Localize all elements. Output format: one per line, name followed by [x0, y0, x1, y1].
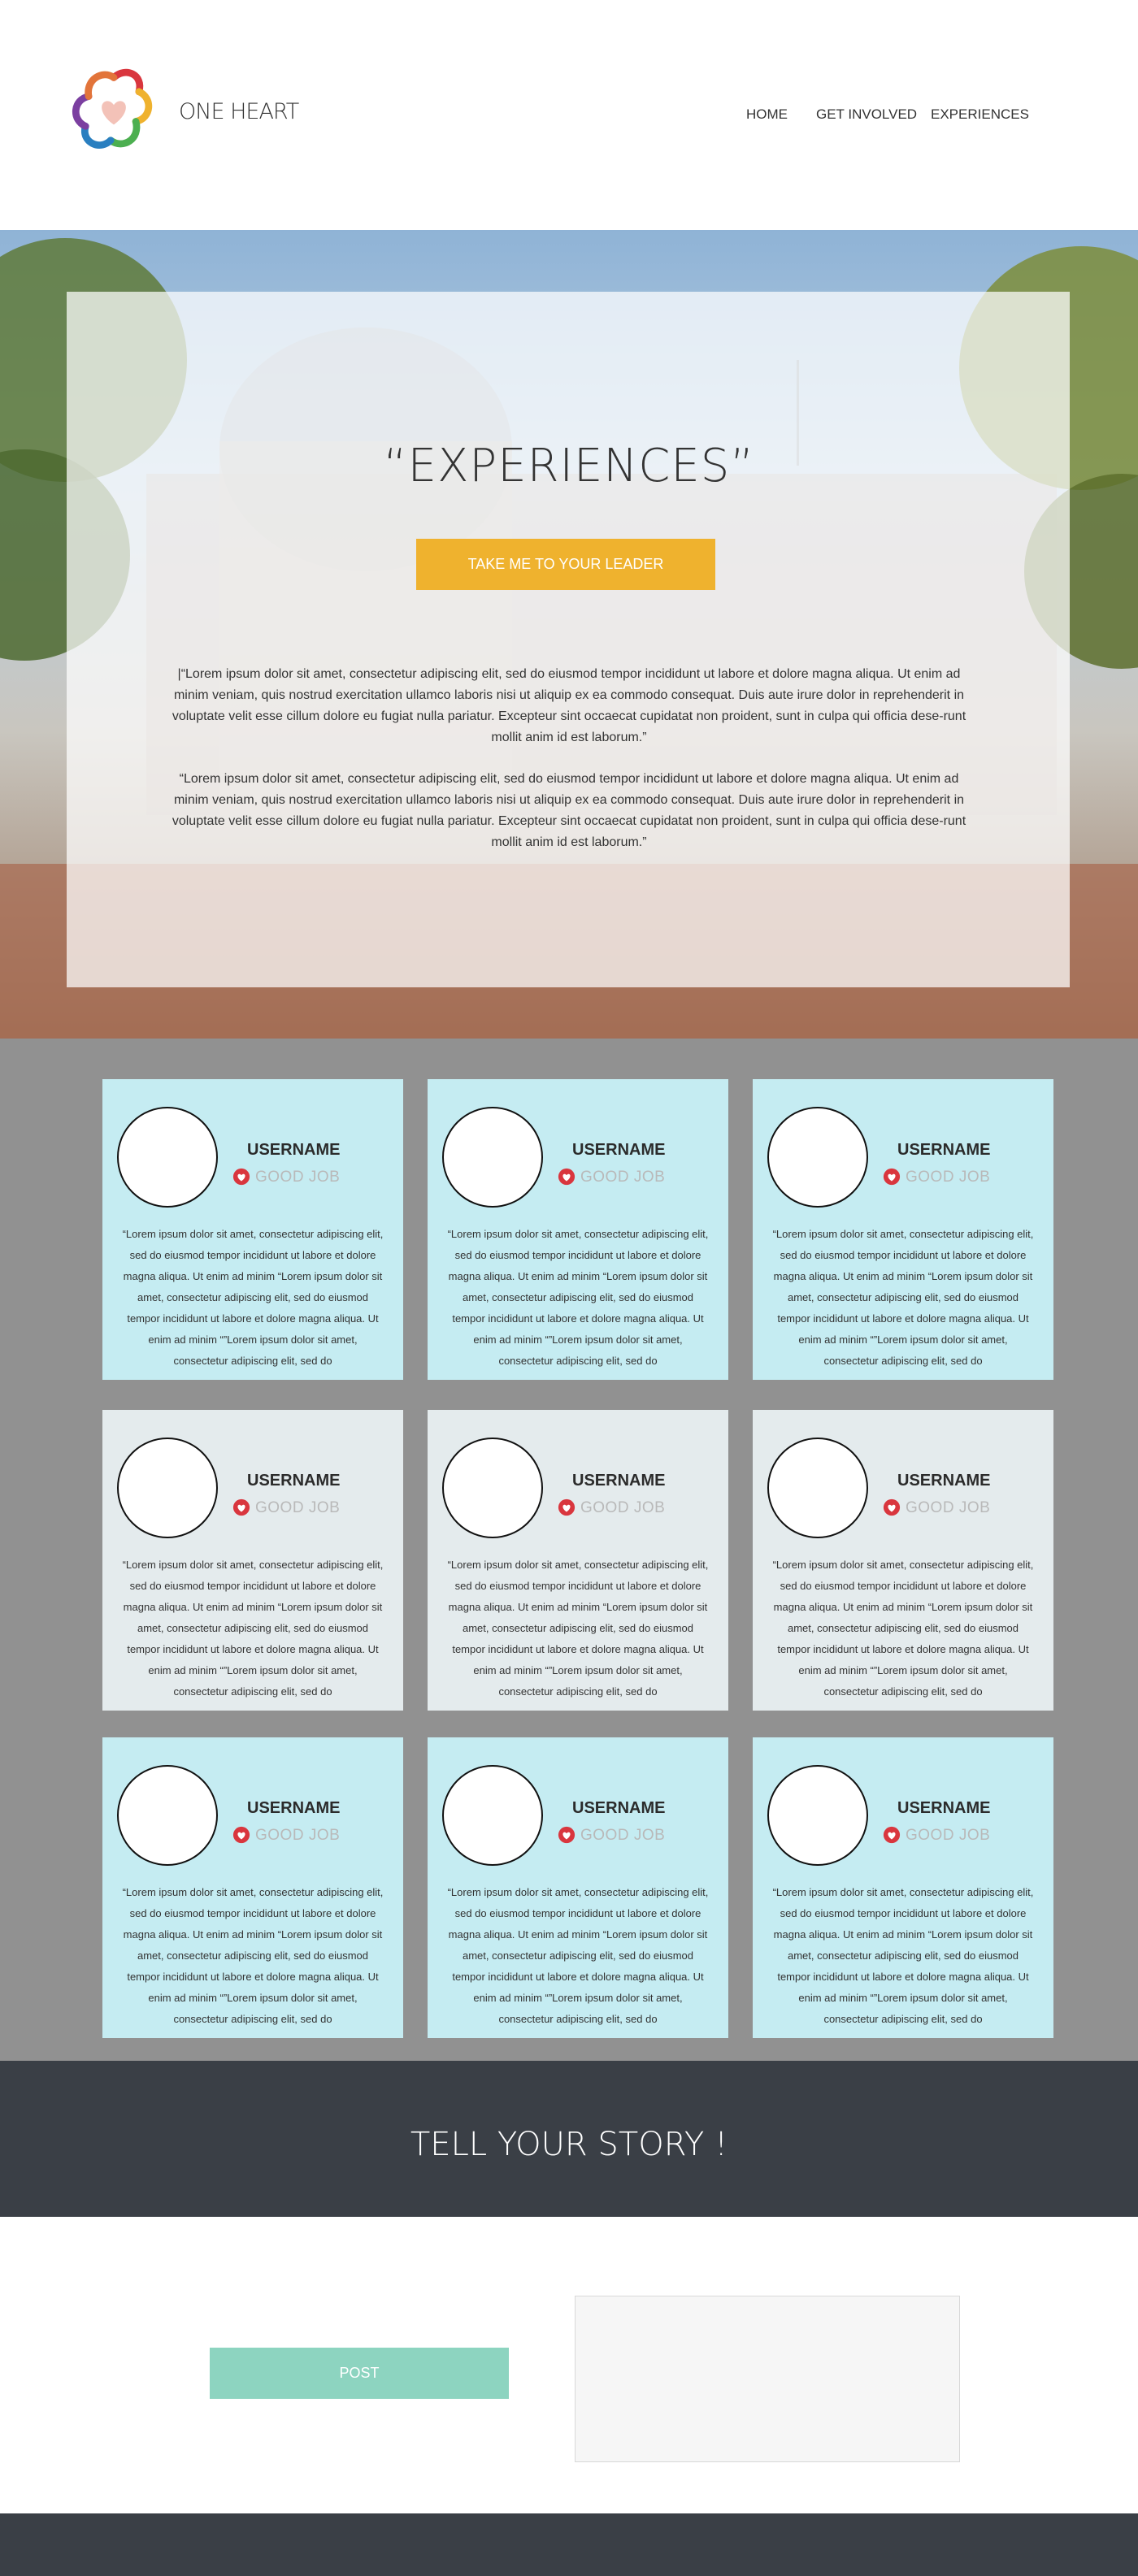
post-button[interactable]: POST [210, 2348, 509, 2399]
hero-paragraph: “Lorem ipsum dolor sit amet, consectetur… [172, 772, 966, 849]
username[interactable]: USERNAME [572, 1472, 665, 1490]
heart-icon[interactable] [883, 1826, 901, 1844]
hero-paragraph: |“Lorem ipsum dolor sit amet, consectetu… [172, 667, 966, 744]
avatar[interactable] [442, 1438, 543, 1538]
avatar[interactable] [442, 1107, 543, 1208]
nav-get-involved[interactable]: GET INVOLVED [816, 106, 917, 123]
good-job-badge: GOOD JOB [580, 1169, 666, 1186]
good-job-badge: GOOD JOB [906, 1827, 991, 1844]
experience-card[interactable]: USERNAME GOOD JOB “Lorem ipsum dolor sit… [428, 1737, 728, 2038]
avatar[interactable] [117, 1438, 218, 1538]
card-text: “Lorem ipsum dolor sit amet, consectetur… [447, 1886, 709, 2025]
hero-overlay-panel [67, 292, 1070, 987]
username[interactable]: USERNAME [572, 1799, 665, 1818]
experience-card[interactable]: USERNAME GOOD JOB “Lorem ipsum dolor sit… [102, 1079, 403, 1380]
card-text: “Lorem ipsum dolor sit amet, consectetur… [772, 1886, 1034, 2025]
card-text: “Lorem ipsum dolor sit amet, consectetur… [447, 1228, 709, 1367]
heart-icon[interactable] [232, 1498, 250, 1516]
section-title: TELL YOUR STORY ! [410, 2126, 728, 2163]
experience-card[interactable]: USERNAME GOOD JOB “Lorem ipsum dolor sit… [753, 1410, 1053, 1711]
nav-home[interactable]: HOME [746, 106, 788, 123]
heart-icon[interactable] [558, 1826, 576, 1844]
card-text: “Lorem ipsum dolor sit amet, consectetur… [447, 1559, 709, 1698]
good-job-badge: GOOD JOB [580, 1827, 666, 1844]
experience-card[interactable]: USERNAME GOOD JOB “Lorem ipsum dolor sit… [102, 1737, 403, 2038]
good-job-badge: GOOD JOB [906, 1499, 991, 1516]
brand-name[interactable]: ONE HEART [179, 99, 299, 124]
experience-card[interactable]: USERNAME GOOD JOB “Lorem ipsum dolor sit… [753, 1737, 1053, 2038]
username[interactable]: USERNAME [897, 1799, 990, 1818]
card-text: “Lorem ipsum dolor sit amet, consectetur… [122, 1228, 384, 1367]
story-textarea[interactable] [575, 2296, 960, 2462]
experience-card[interactable]: USERNAME GOOD JOB “Lorem ipsum dolor sit… [102, 1410, 403, 1711]
good-job-badge: GOOD JOB [255, 1499, 341, 1516]
heart-icon[interactable] [558, 1168, 576, 1186]
heart-icon[interactable] [232, 1826, 250, 1844]
avatar[interactable] [767, 1107, 868, 1208]
hero-section: “EXPERIENCES” TAKE ME TO YOUR LEADER |“L… [0, 230, 1138, 1039]
avatar[interactable] [767, 1765, 868, 1866]
take-me-to-your-leader-button[interactable]: TAKE ME TO YOUR LEADER [416, 539, 715, 590]
nav-experiences[interactable]: EXPERIENCES [931, 106, 1029, 123]
good-job-badge: GOOD JOB [255, 1827, 341, 1844]
experience-card[interactable]: USERNAME GOOD JOB “Lorem ipsum dolor sit… [428, 1079, 728, 1380]
card-text: “Lorem ipsum dolor sit amet, consectetur… [122, 1559, 384, 1698]
username[interactable]: USERNAME [247, 1472, 340, 1490]
avatar[interactable] [117, 1107, 218, 1208]
heart-icon[interactable] [558, 1498, 576, 1516]
heart-flower-logo-icon[interactable] [67, 63, 161, 158]
username[interactable]: USERNAME [897, 1472, 990, 1490]
good-job-badge: GOOD JOB [580, 1499, 666, 1516]
good-job-badge: GOOD JOB [906, 1169, 991, 1186]
site-footer [0, 2513, 1138, 2576]
experience-card[interactable]: USERNAME GOOD JOB “Lorem ipsum dolor sit… [428, 1410, 728, 1711]
experience-cards-section: USERNAME GOOD JOB “Lorem ipsum dolor sit… [0, 1039, 1138, 2061]
card-text: “Lorem ipsum dolor sit amet, consectetur… [772, 1559, 1034, 1698]
username[interactable]: USERNAME [897, 1141, 990, 1160]
username[interactable]: USERNAME [572, 1141, 665, 1160]
username[interactable]: USERNAME [247, 1799, 340, 1818]
username[interactable]: USERNAME [247, 1141, 340, 1160]
heart-icon[interactable] [232, 1168, 250, 1186]
card-text: “Lorem ipsum dolor sit amet, consectetur… [772, 1228, 1034, 1367]
good-job-badge: GOOD JOB [255, 1169, 341, 1186]
card-text: “Lorem ipsum dolor sit amet, consectetur… [122, 1886, 384, 2025]
avatar[interactable] [767, 1438, 868, 1538]
heart-icon[interactable] [883, 1498, 901, 1516]
heart-icon[interactable] [883, 1168, 901, 1186]
tell-your-story-banner: TELL YOUR STORY ! [0, 2061, 1138, 2217]
site-header: ONE HEART HOME GET INVOLVED EXPERIENCES [0, 0, 1138, 230]
avatar[interactable] [117, 1765, 218, 1866]
avatar[interactable] [442, 1765, 543, 1866]
experience-card[interactable]: USERNAME GOOD JOB “Lorem ipsum dolor sit… [753, 1079, 1053, 1380]
page-title: “EXPERIENCES” [383, 440, 755, 492]
